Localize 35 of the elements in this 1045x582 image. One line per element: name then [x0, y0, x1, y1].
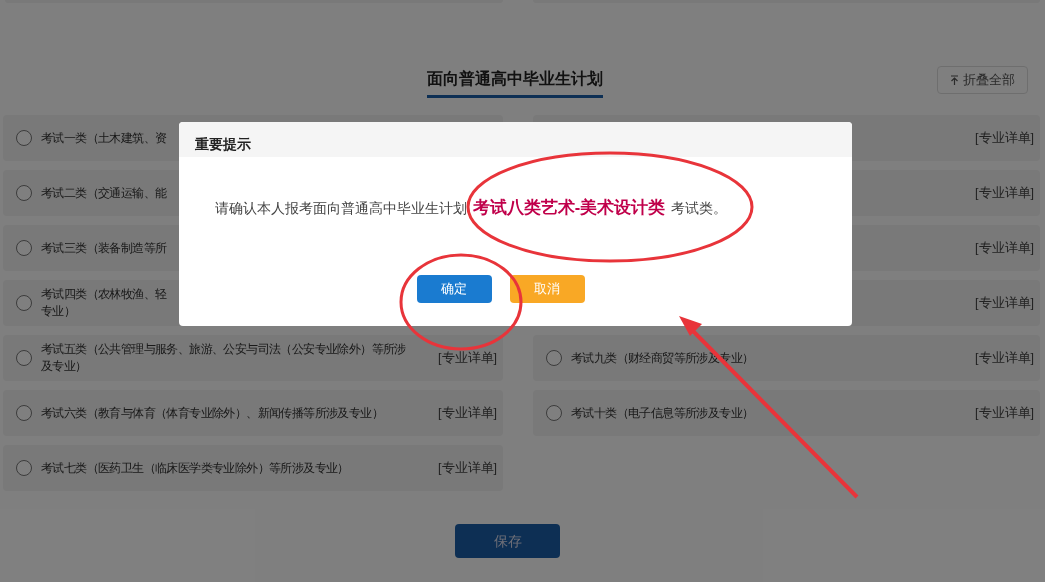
radio-button[interactable]: [546, 405, 562, 421]
collapse-up-icon: [950, 74, 959, 86]
collapse-all-button[interactable]: 折叠全部: [937, 66, 1028, 94]
option-label: 考试七类（医药卫生（临床医学类专业除外）等所涉及专业）: [41, 459, 349, 477]
confirm-button[interactable]: 确定: [416, 274, 492, 303]
details-link[interactable]: [专业详单]: [975, 293, 1034, 313]
option-label: 考试二类（交通运输、能: [41, 184, 167, 202]
details-link[interactable]: [专业详单]: [975, 238, 1034, 258]
details-link[interactable]: [专业详单]: [975, 403, 1034, 423]
details-link[interactable]: [专业详单]: [975, 183, 1034, 203]
radio-button[interactable]: [16, 295, 32, 311]
option-label: 专业）: [41, 303, 77, 320]
details-link[interactable]: [专业详单]: [438, 348, 497, 368]
save-button[interactable]: 保存: [455, 524, 560, 558]
option-label: 考试五类（公共管理与服务、旅游、公安与司法（公安专业除外）等所涉及专业）: [41, 341, 407, 375]
section-title: 面向普通高中毕业生计划: [427, 67, 603, 98]
radio-button[interactable]: [16, 460, 32, 476]
radio-button[interactable]: [16, 240, 32, 256]
radio-button[interactable]: [16, 185, 32, 201]
details-link[interactable]: [专业详单]: [438, 403, 497, 423]
option-label: 考试三类（装备制造等所: [41, 239, 167, 257]
radio-button[interactable]: [16, 130, 32, 146]
radio-button[interactable]: [16, 350, 32, 366]
details-link[interactable]: [专业详单]: [438, 458, 497, 478]
option-label: 考试六类（教育与体育（体育专业除外）、新闻传播等所涉及专业）: [41, 404, 383, 422]
option-label: 考试一类（土木建筑、资: [41, 129, 167, 147]
radio-button[interactable]: [16, 405, 32, 421]
option-label: 考试十类（电子信息等所涉及专业）: [571, 404, 754, 422]
dialog-title: 重要提示: [195, 134, 251, 154]
details-link[interactable]: [专业详单]: [975, 128, 1034, 148]
dialog-message: 请确认本人报考面向普通高中毕业生计划 考试八类艺术-美术设计类 考试类。: [215, 197, 728, 218]
details-link[interactable]: [专业详单]: [975, 348, 1034, 368]
option-label: 考试四类（农林牧渔、轻: [41, 286, 167, 303]
radio-button[interactable]: [546, 350, 562, 366]
cancel-button[interactable]: 取消: [509, 274, 585, 303]
